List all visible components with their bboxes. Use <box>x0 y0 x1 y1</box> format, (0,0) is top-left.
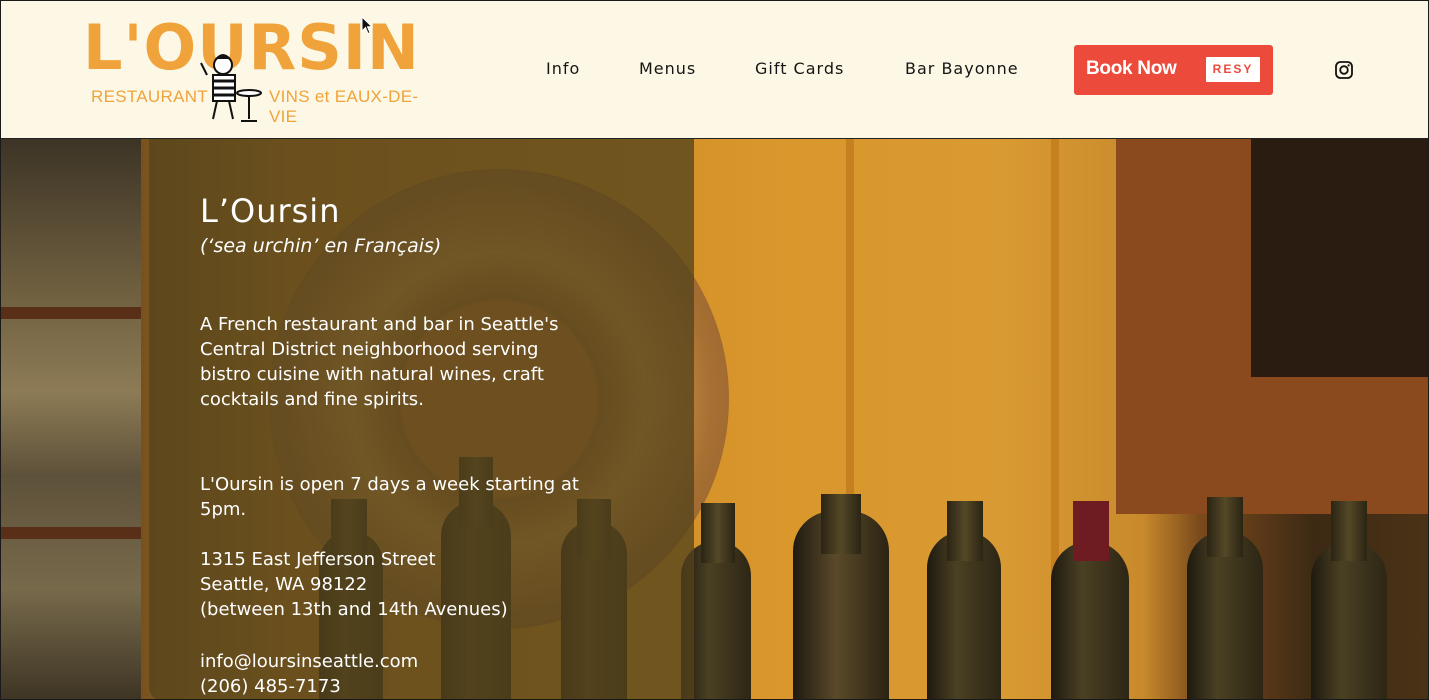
address-line: Seattle, WA 98122 <box>200 574 368 595</box>
hero-section: L’Oursin (‘sea urchin’ en Français) A Fr… <box>1 139 1428 699</box>
site-header: L'OURSIN RESTAURANT VINS et EAUX-DE-VIE … <box>1 1 1428 139</box>
background-bottle-neck <box>1207 497 1243 557</box>
mouse-cursor-icon <box>361 16 374 35</box>
description-line: Central District neighborhood serving <box>200 339 539 360</box>
background-bottle-neck <box>701 503 735 563</box>
book-now-label: Book Now <box>1086 58 1177 79</box>
hero-address: 1315 East Jefferson Street Seattle, WA 9… <box>200 547 630 622</box>
phone-link[interactable]: (206) 485-7173 <box>200 674 630 699</box>
hero-description: A French restaurant and bar in Seattle's… <box>200 312 630 412</box>
book-now-button[interactable]: Book Now RESY <box>1074 45 1273 95</box>
background-mirror-glass <box>1251 139 1428 377</box>
description-line: A French restaurant and bar in Seattle's <box>200 314 559 335</box>
address-line: (between 13th and 14th Avenues) <box>200 599 508 620</box>
background-bottle-neck <box>821 494 861 554</box>
shelf-divider <box>1 527 141 539</box>
hours-line: L'Oursin is open 7 days a week starting … <box>200 474 579 495</box>
nav-item-gift-cards[interactable]: Gift Cards <box>755 59 844 78</box>
background-bottle <box>1311 541 1387 699</box>
shelf-divider <box>1 307 141 319</box>
background-bottle-neck <box>1073 501 1109 561</box>
description-line: bistro cuisine with natural wines, craft <box>200 364 544 385</box>
address-line: 1315 East Jefferson Street <box>200 549 436 570</box>
instagram-icon[interactable] <box>1334 60 1354 80</box>
nav-item-info[interactable]: Info <box>546 59 580 78</box>
background-bottle <box>1051 541 1129 699</box>
hero-contact: info@loursinseattle.com (206) 485-7173 <box>200 649 630 699</box>
site-logo[interactable]: L'OURSIN RESTAURANT VINS et EAUX-DE-VIE <box>83 15 443 127</box>
hero-title: L’Oursin <box>200 192 341 230</box>
background-bottle-neck <box>947 501 983 561</box>
background-bottle-neck <box>1331 501 1367 561</box>
hero-subtitle: (‘sea urchin’ en Français) <box>200 235 442 257</box>
resy-badge: RESY <box>1206 57 1260 82</box>
nav-item-menus[interactable]: Menus <box>639 59 696 78</box>
hero-hours: L'Oursin is open 7 days a week starting … <box>200 472 630 522</box>
description-line: cocktails and fine spirits. <box>200 389 424 410</box>
browser-viewport: L'OURSIN RESTAURANT VINS et EAUX-DE-VIE … <box>0 0 1429 700</box>
logo-tagline-restaurant: RESTAURANT <box>91 87 208 106</box>
bear-mascot-icon <box>200 54 262 122</box>
hours-line: 5pm. <box>200 499 247 520</box>
email-link[interactable]: info@loursinseattle.com <box>200 649 630 674</box>
logo-tagline-vins: VINS et EAUX-DE-VIE <box>269 87 419 126</box>
background-shelf <box>1 139 141 699</box>
nav-item-bar-bayonne[interactable]: Bar Bayonne <box>905 59 1019 78</box>
